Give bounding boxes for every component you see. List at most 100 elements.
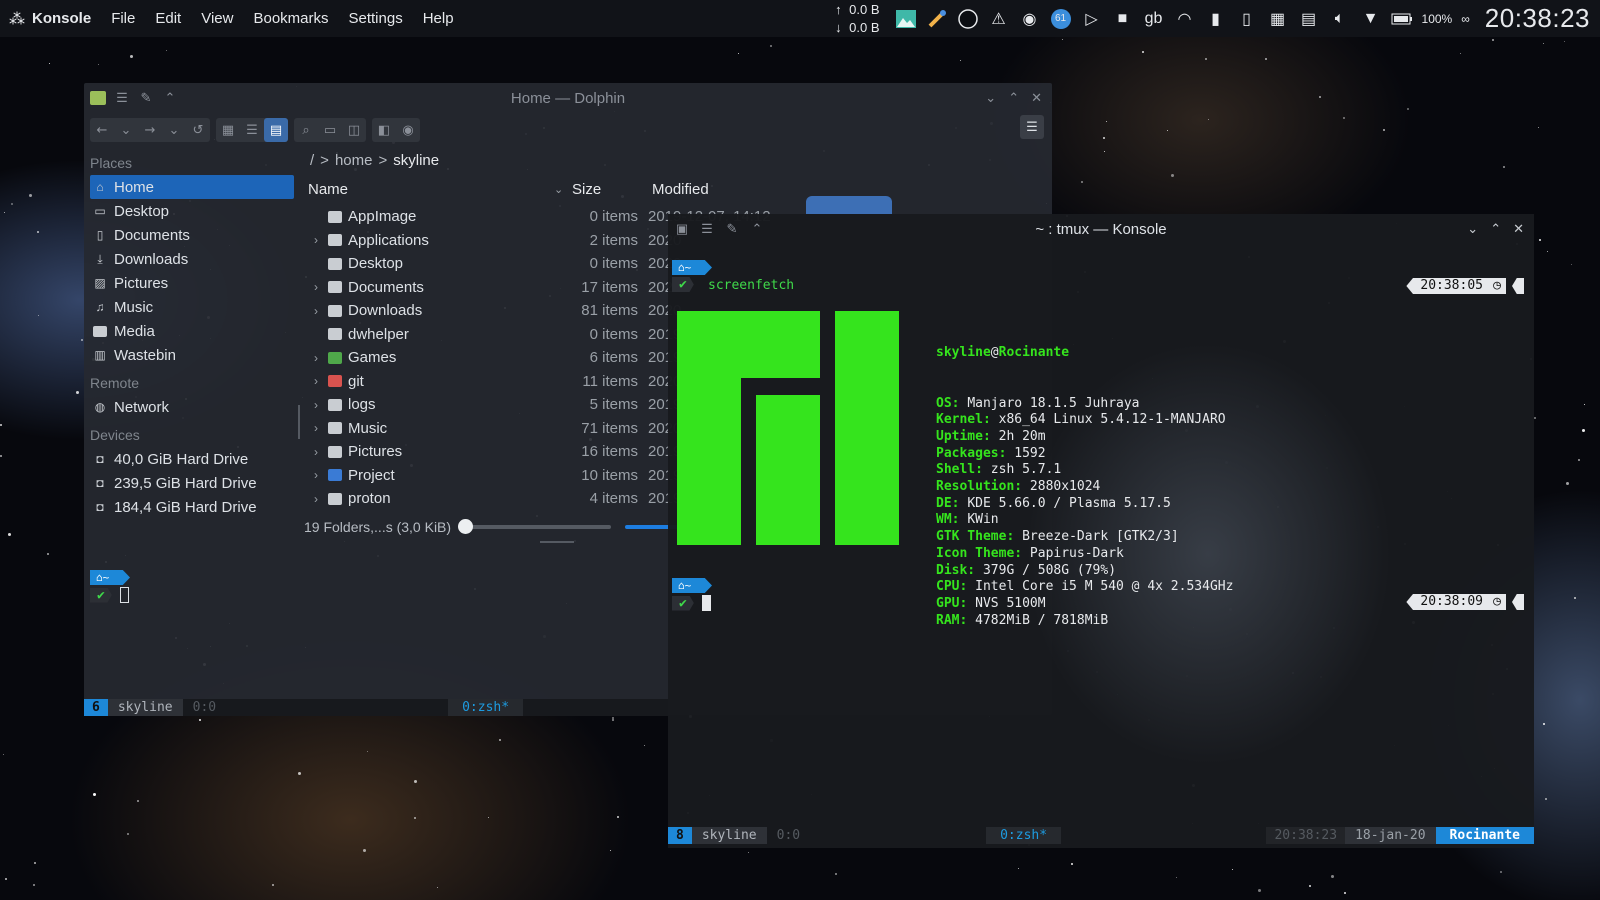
undo-button[interactable]: ↺: [186, 118, 210, 142]
breadcrumb-root[interactable]: /: [310, 152, 314, 169]
places-item[interactable]: ♫ Music: [84, 295, 294, 319]
menu-file[interactable]: File: [101, 10, 145, 27]
back-history-icon[interactable]: ⌄: [114, 118, 138, 142]
tmux-window-tab[interactable]: 0:zsh*: [448, 699, 524, 716]
media-play-icon[interactable]: ▷: [1081, 8, 1103, 30]
tmux-left-pane[interactable]: ⌂~ ✔: [84, 570, 668, 603]
places-item[interactable]: ◘ 40,0 GiB Hard Drive: [84, 447, 294, 471]
breadcrumb-home[interactable]: home: [335, 152, 373, 169]
color-picker-icon[interactable]: [926, 8, 948, 30]
column-size[interactable]: Size: [572, 181, 652, 198]
minimize-button[interactable]: ⌄: [1467, 221, 1478, 237]
minimize-button[interactable]: ⌄: [985, 90, 996, 106]
file-view-scrollbar[interactable]: [540, 541, 574, 543]
places-item[interactable]: ◘ 184,4 GiB Hard Drive: [84, 495, 294, 519]
column-modified[interactable]: Modified: [652, 181, 772, 198]
window-menu-icon[interactable]: ☰: [114, 90, 130, 106]
keep-above-icon[interactable]: ⌃: [162, 90, 178, 106]
maximize-button[interactable]: ⌃: [1490, 221, 1501, 237]
calendar-icon[interactable]: ▦: [1267, 8, 1289, 30]
back-button[interactable]: ←: [90, 118, 114, 142]
battery-icon[interactable]: [1391, 8, 1413, 30]
close-button[interactable]: ✕: [1513, 221, 1524, 237]
star: [414, 780, 417, 783]
close-button[interactable]: ✕: [1031, 90, 1042, 106]
info-key: WM:: [936, 512, 960, 528]
maximize-button[interactable]: ⌃: [1008, 90, 1019, 106]
keep-above-icon[interactable]: ⌃: [749, 221, 765, 237]
keyboard-layout[interactable]: gb: [1143, 8, 1165, 30]
app-launcher-icon[interactable]: ⁂: [2, 9, 32, 29]
expand-chevron-icon[interactable]: ›: [304, 374, 328, 388]
column-name[interactable]: Name: [304, 181, 554, 198]
places-item[interactable]: ▯ Documents: [84, 223, 294, 247]
updates-icon[interactable]: 61: [1050, 8, 1072, 30]
menu-settings[interactable]: Settings: [339, 10, 413, 27]
clock[interactable]: 20:38:23: [1485, 3, 1590, 34]
menu-help[interactable]: Help: [413, 10, 464, 27]
battery-small-icon[interactable]: ▮: [1205, 8, 1227, 30]
sort-chevron-icon[interactable]: ⌄: [554, 183, 572, 196]
expand-chevron-icon[interactable]: ›: [304, 421, 328, 435]
split-view-button[interactable]: ◫: [342, 118, 366, 142]
phone-icon[interactable]: ▯: [1236, 8, 1258, 30]
terminal-panel-button[interactable]: ◧: [372, 118, 396, 142]
network-speed: ↑ 0.0 B ↓ 0.0 B: [835, 1, 879, 37]
zoom-slider-handle[interactable]: [458, 519, 474, 534]
window-menu-icon[interactable]: ☰: [699, 221, 715, 237]
menu-bookmarks[interactable]: Bookmarks: [243, 10, 338, 27]
terminal-area[interactable]: ⌂~ ✔ screenfetch 20:38:05 ◷ skyline@Roci…: [668, 244, 1534, 848]
volume-icon[interactable]: 🔈︎: [1329, 8, 1351, 30]
expand-chevron-icon[interactable]: ›: [304, 351, 328, 365]
pin-icon[interactable]: ✎: [724, 221, 740, 237]
dolphin-titlebar[interactable]: ☰ ✎ ⌃ Home — Dolphin ⌄ ⌃ ✕: [84, 83, 1052, 113]
expand-chevron-icon[interactable]: ›: [304, 468, 328, 482]
breadcrumb-current[interactable]: skyline: [393, 152, 439, 169]
hamburger-menu-button[interactable]: ☰: [1020, 115, 1044, 139]
preview-button[interactable]: ▭: [318, 118, 342, 142]
clipboard-icon[interactable]: ▤: [1298, 8, 1320, 30]
star: [76, 391, 79, 394]
compact-view-button[interactable]: ☰: [240, 118, 264, 142]
places-item[interactable]: ⤓ Downloads: [84, 247, 294, 271]
tmux-window-tab[interactable]: 0:zsh*: [986, 827, 1062, 844]
show-hidden-button[interactable]: ◉: [396, 118, 420, 142]
star: [272, 884, 274, 886]
notification-icon[interactable]: ⚠: [988, 8, 1010, 30]
expand-chevron-icon[interactable]: ›: [304, 445, 328, 459]
konsole-app-icon[interactable]: ▣: [674, 221, 690, 237]
expand-chevron-icon[interactable]: ›: [304, 304, 328, 318]
konsole-titlebar[interactable]: ▣ ☰ ✎ ⌃ ~ : tmux — Konsole ⌄ ⌃ ✕: [668, 214, 1534, 244]
places-item[interactable]: ▨ Pictures: [84, 271, 294, 295]
column-header: Name ⌄ Size Modified: [304, 173, 774, 205]
places-item[interactable]: Media: [84, 319, 294, 343]
search-button[interactable]: ⌕: [294, 118, 318, 142]
folder-icon: [328, 257, 342, 270]
places-item[interactable]: ◘ 512,0 MiB Hard Drive: [84, 519, 294, 526]
places-scrollbar[interactable]: [298, 405, 300, 439]
forward-history-icon[interactable]: ⌄: [162, 118, 186, 142]
pin-icon[interactable]: ✎: [138, 90, 154, 106]
zoom-slider[interactable]: [458, 519, 612, 534]
forward-button[interactable]: →: [138, 118, 162, 142]
icons-view-button[interactable]: ▦: [216, 118, 240, 142]
expand-chevron-icon[interactable]: ›: [304, 492, 328, 506]
places-item[interactable]: ▥ Wastebin: [84, 343, 294, 367]
expand-chevron-icon[interactable]: ›: [304, 398, 328, 412]
expand-chevron-icon[interactable]: ›: [304, 233, 328, 247]
menu-edit[interactable]: Edit: [145, 10, 191, 27]
details-view-button[interactable]: ▤: [264, 118, 288, 142]
places-item[interactable]: ⌂ Home: [90, 175, 294, 199]
circle-icon[interactable]: [957, 8, 979, 30]
expand-chevron-icon[interactable]: ›: [304, 280, 328, 294]
discord-icon[interactable]: ◉: [1019, 8, 1041, 30]
places-item[interactable]: ◍ Network: [84, 395, 294, 419]
image-viewer-icon[interactable]: [895, 8, 917, 30]
places-item[interactable]: ▭ Desktop: [84, 199, 294, 223]
expand-tray-icon[interactable]: ▼: [1360, 8, 1382, 30]
dolphin-app-icon[interactable]: [90, 91, 106, 105]
places-item[interactable]: ◘ 239,5 GiB Hard Drive: [84, 471, 294, 495]
wifi-icon[interactable]: ◠: [1174, 8, 1196, 30]
camera-icon[interactable]: ■: [1112, 8, 1134, 30]
menu-view[interactable]: View: [191, 10, 243, 27]
